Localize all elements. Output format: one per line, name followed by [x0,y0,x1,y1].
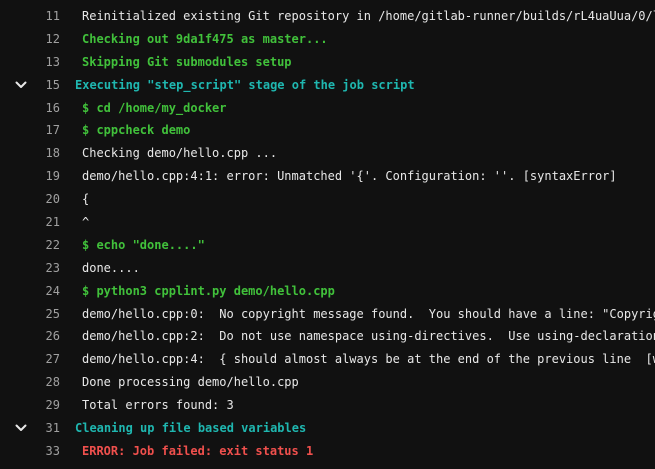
log-line: 13 Skipping Git submodules setup [0,51,655,74]
log-line-text: $ python3 cpplint.py demo/hello.cpp [82,283,335,298]
chevron-down-icon[interactable] [13,417,29,440]
line-number[interactable]: 25 [30,303,60,326]
chevron-down-icon[interactable] [13,74,29,97]
log-section-header[interactable]: 31 Cleaning up file based variables [0,417,655,440]
line-number[interactable]: 20 [30,188,60,211]
log-line-text: ERROR: Job failed: exit status 1 [82,443,314,458]
line-number[interactable]: 29 [30,394,60,417]
log-line: 26 demo/hello.cpp:2: Do not use namespace… [0,325,655,348]
log-line: 17 $ cppcheck demo [0,119,655,142]
log-line-text: $ cd /home/my_docker [82,100,227,115]
line-number[interactable]: 27 [30,348,60,371]
log-line-text: Cleaning up file based variables [75,421,307,436]
line-number[interactable]: 28 [30,371,60,394]
line-number[interactable]: 13 [30,51,60,74]
line-number[interactable]: 18 [30,142,60,165]
log-line: 25 demo/hello.cpp:0: No copyright message… [0,303,655,326]
log-line: 28 Done processing demo/hello.cpp [0,371,655,394]
log-line: 19 demo/hello.cpp:4:1: error: Unmatched '… [0,165,655,188]
log-line-text: Reinitialized existing Git repository in… [82,9,655,23]
log-line: 20 { [0,188,655,211]
line-number[interactable]: 33 [30,440,60,463]
line-number[interactable]: 23 [30,257,60,280]
log-line: 11 Reinitialized existing Git repository … [0,5,655,28]
log-line: 21 ^ [0,211,655,234]
log-line-text: done.... [82,260,140,275]
line-number[interactable]: 11 [30,5,60,28]
log-line-text: demo/hello.cpp:4:1: error: Unmatched '{'… [82,169,617,184]
log-line: 24 $ python3 cpplint.py demo/hello.cpp [0,280,655,303]
log-line-text: Executing "step_script" stage of the job… [75,77,415,92]
line-number[interactable]: 17 [30,119,60,142]
line-number[interactable]: 31 [30,417,60,440]
line-number[interactable]: 16 [30,97,60,120]
log-line-text: demo/hello.cpp:2: Do not use namespace u… [82,329,655,344]
line-number[interactable]: 12 [30,28,60,51]
log-line-text: { [82,192,90,207]
log-line: 12 Checking out 9da1f475 as master... [0,28,655,51]
log-line-text: ^ [82,215,90,230]
log-line: 18 Checking demo/hello.cpp ... [0,142,655,165]
log-line: 16 $ cd /home/my_docker [0,97,655,120]
log-section-header[interactable]: 15 Executing "step_script" stage of the j… [0,74,655,97]
log-line-text: demo/hello.cpp:4: { should almost always… [82,352,655,367]
line-number[interactable]: 19 [30,165,60,188]
log-line-text: $ echo "done...." [82,237,205,252]
line-number[interactable]: 15 [30,74,60,97]
log-line: 27 demo/hello.cpp:4: { should almost alwa… [0,348,655,371]
log-line: 23 done.... [0,257,655,280]
log-line-text: $ cppcheck demo [82,123,191,138]
log-line: 22 $ echo "done...." [0,234,655,257]
job-log: 11 Reinitialized existing Git repository … [0,5,655,463]
log-line: 33 ERROR: Job failed: exit status 1 [0,440,655,463]
line-number[interactable]: 26 [30,325,60,348]
log-line-text: Skipping Git submodules setup [82,54,292,69]
log-line-text: Checking demo/hello.cpp ... [82,146,278,161]
line-number[interactable]: 21 [30,211,60,234]
log-line-text: Done processing demo/hello.cpp [82,375,299,390]
line-number[interactable]: 24 [30,280,60,303]
line-number[interactable]: 22 [30,234,60,257]
log-line-text: Total errors found: 3 [82,398,234,413]
log-line: 29 Total errors found: 3 [0,394,655,417]
log-line-text: demo/hello.cpp:0: No copyright message f… [82,306,655,321]
log-line-text: Checking out 9da1f475 as master... [82,31,328,46]
